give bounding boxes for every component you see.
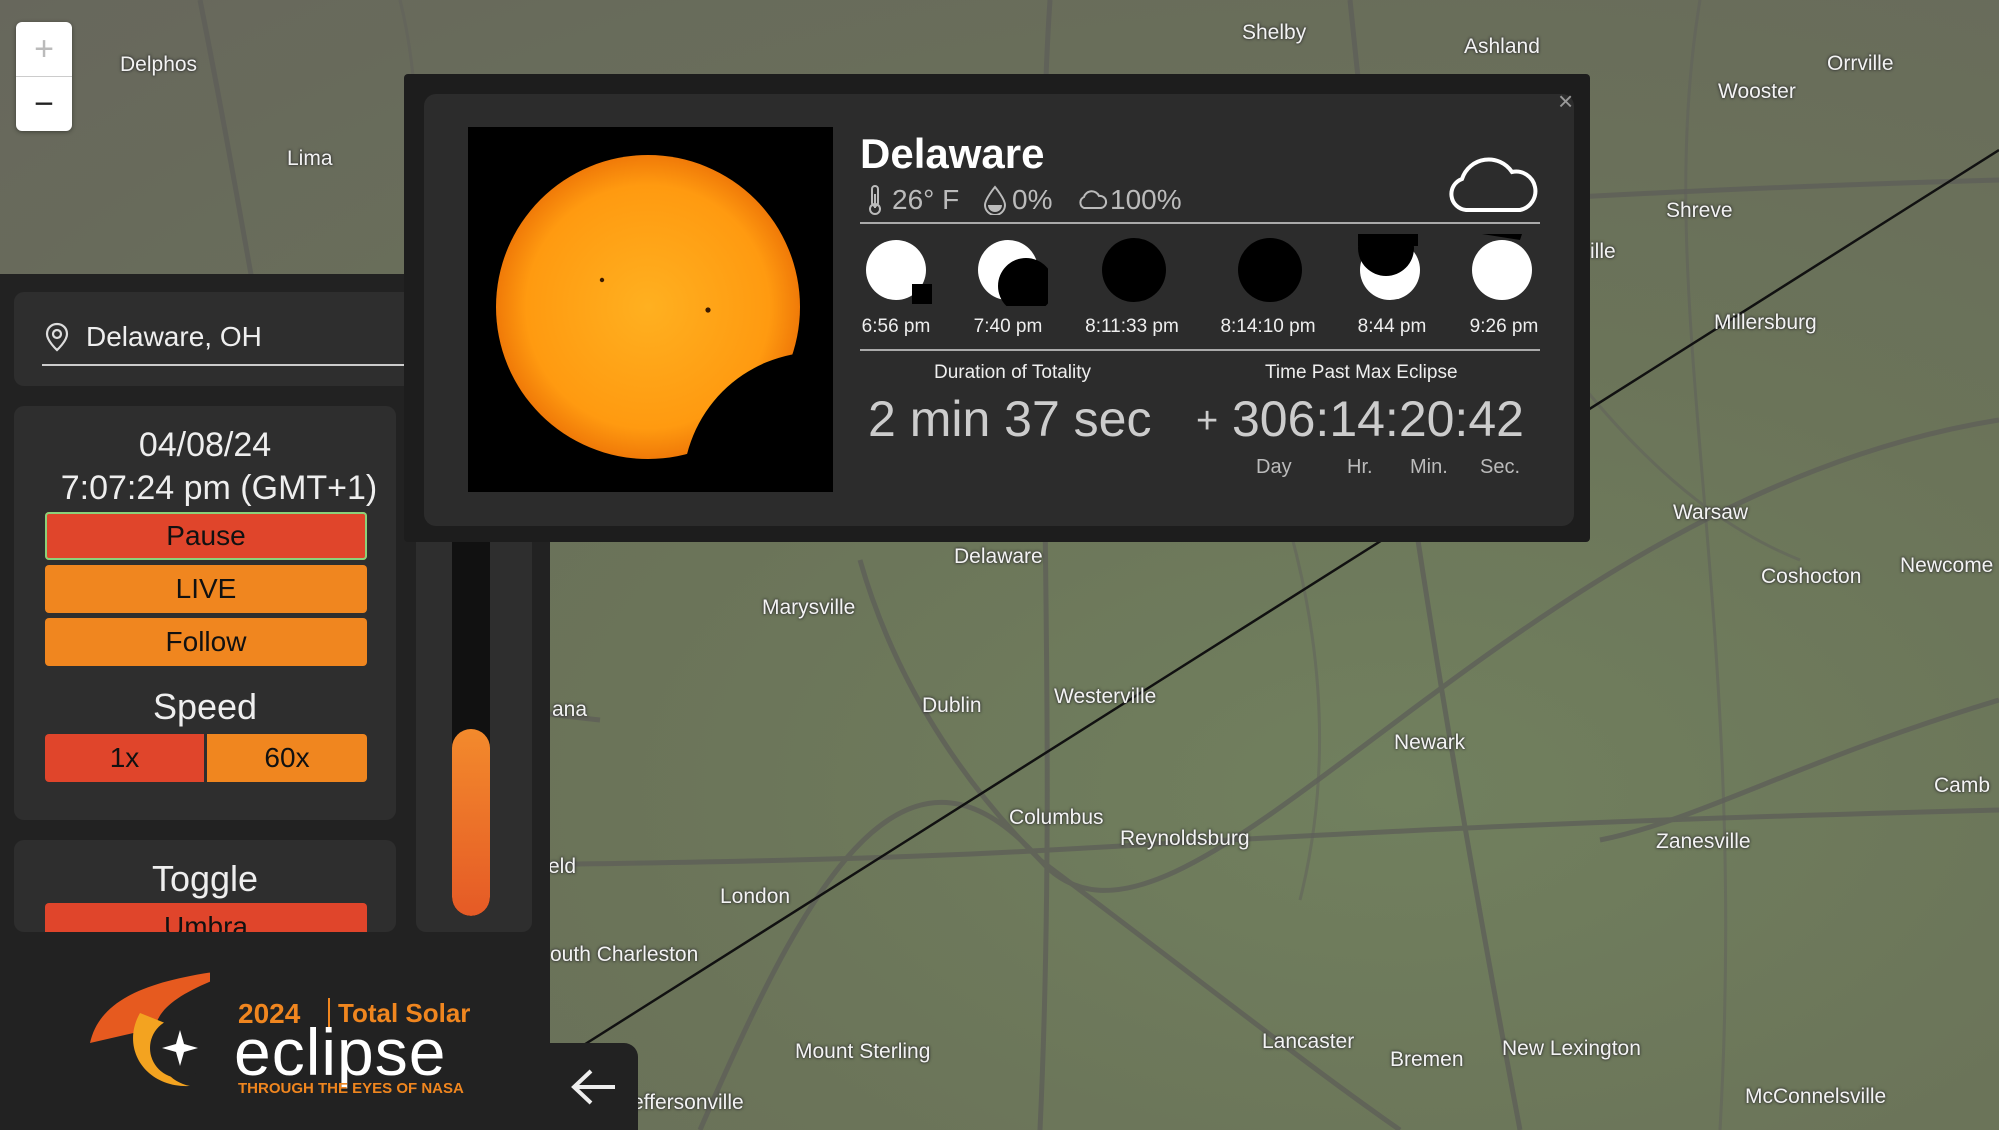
duration-label: Duration of Totality (934, 362, 1092, 383)
precip-reading: 0% (982, 184, 1052, 216)
speed-label: Speed (152, 686, 258, 727)
popup-divider (860, 349, 1540, 351)
totality-start-icon (1102, 238, 1166, 302)
speed-60x-button[interactable]: 60x (207, 734, 367, 782)
arrow-left-icon (571, 1069, 615, 1104)
time-slider-fill (452, 729, 490, 916)
back-button[interactable] (550, 1043, 638, 1130)
city-label: Westerville (1054, 685, 1157, 708)
logo-word: eclipse (234, 1015, 447, 1089)
cloud-value: 100% (1110, 184, 1182, 215)
cloud-reading: 100% (1076, 184, 1182, 216)
eclipse-sun-icon (90, 972, 210, 1087)
partial-eclipse-end-icon (1358, 234, 1420, 300)
location-pin-icon (45, 322, 69, 352)
totality-end-icon (1238, 238, 1302, 302)
popup-city-title: Delaware (860, 130, 1045, 177)
city-label: Lima (287, 147, 333, 170)
toggle-label: Toggle (151, 858, 259, 899)
last-contact-icon (1472, 234, 1532, 300)
temperature-reading: 26° F (866, 184, 959, 216)
popup-divider (860, 222, 1540, 224)
city-label: New Lexington (1502, 1037, 1641, 1060)
location-input[interactable]: Delaware, OH (86, 321, 262, 353)
zoom-in-button[interactable]: + (16, 22, 72, 77)
phase-time: 6:56 pm (861, 316, 931, 337)
unit-hour: Hr. (1347, 456, 1373, 478)
unit-minute: Min. (1410, 456, 1448, 478)
umbra-toggle-button[interactable]: Umbra (45, 903, 367, 932)
city-label: Dublin (922, 694, 982, 717)
city-label: ille (1590, 240, 1616, 263)
city-label: Coshocton (1761, 565, 1862, 588)
city-label: Orrville (1827, 52, 1894, 75)
city-label: Zanesville (1656, 830, 1751, 853)
city-label: ana (552, 698, 588, 721)
zoom-out-button[interactable]: − (16, 77, 72, 131)
location-underline (42, 364, 434, 366)
unit-day: Day (1256, 456, 1292, 478)
duration-value: 2 min 37 sec (868, 391, 1152, 447)
time-controls: 04/08/24 7:07:24 pm (GMT+1) Pause LIVE F… (14, 406, 396, 820)
phase-time: 8:44 pm (1357, 316, 1427, 337)
logo-tagline: THROUGH THE EYES OF NASA (238, 1080, 464, 1097)
city-label: McConnelsville (1745, 1085, 1887, 1108)
city-label: Ashland (1464, 35, 1540, 58)
city-label: Newark (1394, 731, 1466, 754)
city-label: Newcome (1900, 554, 1994, 577)
city-label: Wooster (1718, 80, 1796, 103)
live-button[interactable]: LIVE (45, 565, 367, 613)
city-label: Reynoldsburg (1120, 827, 1250, 850)
city-label: Delaware (954, 545, 1043, 568)
city-label: Camb (1934, 774, 1991, 797)
city-label: outh Charleston (550, 943, 699, 966)
precip-value: 0% (1012, 184, 1053, 215)
drop-icon (983, 185, 1007, 215)
temperature-value: 26° F (892, 184, 960, 215)
city-label: effersonville (632, 1091, 744, 1114)
thermometer-icon (869, 185, 881, 215)
city-label: Delphos (120, 53, 198, 76)
unit-second: Sec. (1480, 456, 1521, 478)
city-label: Mount Sterling (795, 1040, 931, 1063)
city-label: Marysville (762, 596, 856, 619)
phase-time: 8:11:33 pm (1085, 316, 1179, 337)
time-past-label: Time Past Max Eclipse (1265, 362, 1458, 383)
phase-time: 9:26 pm (1469, 316, 1539, 337)
first-contact-icon (866, 240, 932, 304)
city-label: Bremen (1390, 1048, 1464, 1071)
close-icon[interactable]: × (1558, 86, 1573, 117)
city-label: eld (548, 855, 577, 878)
city-label: London (720, 885, 791, 908)
speed-1x-button[interactable]: 1x (45, 734, 204, 782)
city-label: Shreve (1666, 199, 1733, 222)
phase-time: 7:40 pm (973, 316, 1043, 337)
date-display: 04/08/24 (138, 426, 272, 464)
city-label: Columbus (1009, 806, 1104, 829)
phase-time: 8:14:10 pm (1220, 316, 1316, 337)
cloud-small-icon (1079, 190, 1108, 209)
zoom-control: + − (16, 22, 72, 131)
time-past-sign: + (1196, 400, 1219, 442)
toggle-section: Toggle Umbra (14, 840, 396, 932)
time-display: 7:07:24 pm (GMT+1) (60, 469, 378, 507)
follow-button[interactable]: Follow (45, 618, 367, 666)
city-label: Millersburg (1714, 311, 1817, 334)
cloud-icon (1449, 157, 1538, 212)
city-label: Lancaster (1262, 1030, 1355, 1053)
eclipse-sun-image (468, 127, 833, 492)
partial-eclipse-icon (978, 240, 1048, 306)
time-past-value: 306:14:20:42 (1232, 391, 1524, 447)
city-label: Shelby (1242, 21, 1307, 44)
pause-button[interactable]: Pause (45, 512, 367, 560)
eclipse-logo: 2024 Total Solar eclipse THROUGH THE EYE… (80, 968, 480, 1098)
city-label: Warsaw (1673, 501, 1749, 524)
